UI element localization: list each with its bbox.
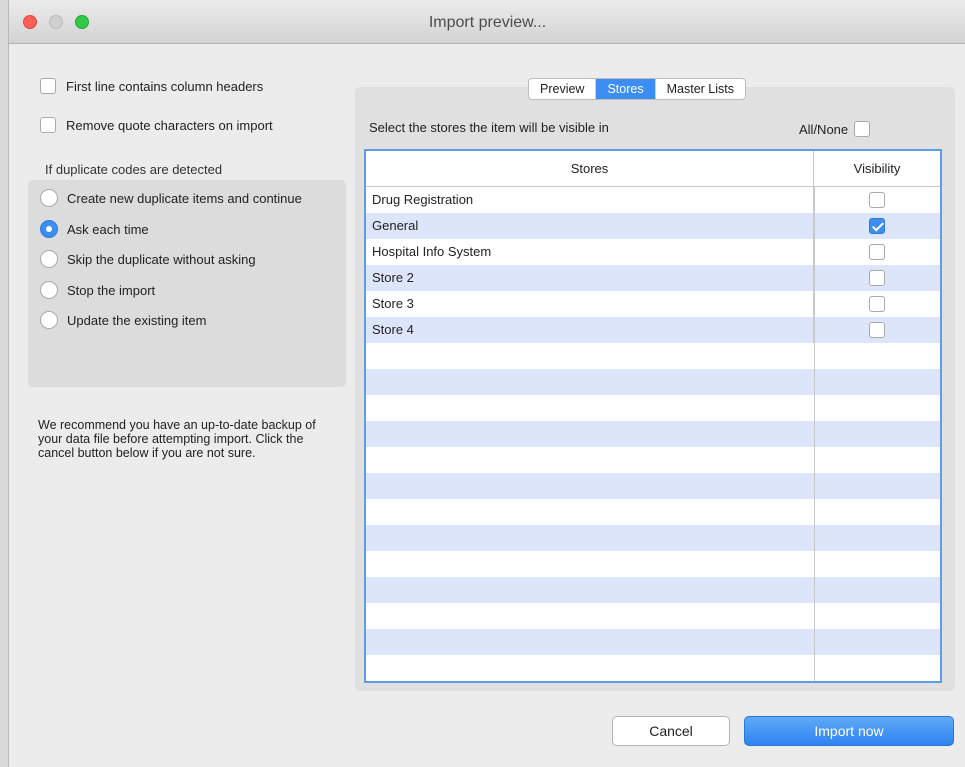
empty-row (366, 603, 940, 629)
column-header-stores[interactable]: Stores (366, 151, 814, 186)
empty-row (366, 395, 940, 421)
empty-row (366, 551, 940, 577)
table-body: Drug Registration General Hospital Info … (366, 187, 940, 681)
table-row[interactable]: Hospital Info System (366, 239, 940, 265)
store-name: Store 3 (366, 291, 814, 317)
empty-row (366, 577, 940, 603)
radio-create-duplicates[interactable]: Create new duplicate items and continue (40, 189, 302, 207)
visibility-checkbox[interactable] (869, 322, 885, 338)
all-none-toggle[interactable]: All/None (799, 121, 871, 137)
visibility-checkbox[interactable] (869, 244, 885, 260)
radio-button-icon[interactable] (40, 220, 58, 238)
first-line-headers-label: First line contains column headers (66, 78, 264, 94)
import-now-button[interactable]: Import now (744, 716, 954, 746)
empty-row (366, 525, 940, 551)
all-none-checkbox[interactable] (854, 121, 871, 137)
column-divider (814, 187, 815, 681)
radio-button-icon[interactable] (40, 250, 58, 268)
cancel-button[interactable]: Cancel (612, 716, 730, 746)
table-header: Stores Visibility (366, 151, 940, 187)
store-name: Hospital Info System (366, 239, 814, 265)
empty-row (366, 473, 940, 499)
radio-button-icon[interactable] (40, 189, 58, 207)
radio-button-icon[interactable] (40, 311, 58, 329)
empty-row (366, 343, 940, 369)
first-line-headers-checkbox[interactable] (40, 78, 56, 94)
title-bar: Import preview... (9, 0, 965, 44)
tab-stores[interactable]: Stores (596, 79, 656, 99)
radio-label: Create new duplicate items and continue (67, 190, 302, 206)
store-name: General (366, 213, 814, 239)
radio-label: Update the existing item (67, 312, 207, 328)
radio-label: Ask each time (67, 221, 149, 237)
radio-stop-import[interactable]: Stop the import (40, 281, 155, 299)
visibility-checkbox[interactable] (869, 218, 885, 234)
visibility-checkbox[interactable] (869, 296, 885, 312)
stores-instruction: Select the stores the item will be visib… (369, 120, 609, 135)
stores-table: Stores Visibility Drug Registration Gene… (364, 149, 942, 683)
radio-label: Stop the import (67, 282, 156, 298)
empty-row (366, 499, 940, 525)
radio-button-icon[interactable] (40, 281, 58, 299)
duplicate-codes-header: If duplicate codes are detected (45, 162, 223, 177)
store-name: Drug Registration (366, 187, 814, 213)
store-name: Store 2 (366, 265, 814, 291)
table-row[interactable]: Store 4 (366, 317, 940, 343)
radio-update-existing[interactable]: Update the existing item (40, 311, 206, 329)
table-row[interactable]: Store 2 (366, 265, 940, 291)
table-row[interactable]: Store 3 (366, 291, 940, 317)
empty-row (366, 369, 940, 395)
tab-master-lists[interactable]: Master Lists (656, 79, 745, 99)
empty-row (366, 447, 940, 473)
store-name: Store 4 (366, 317, 814, 343)
first-line-headers-option[interactable]: First line contains column headers (40, 78, 263, 94)
table-row[interactable]: Drug Registration (366, 187, 940, 213)
visibility-checkbox[interactable] (869, 192, 885, 208)
backup-warning-text: We recommend you have an up-to-date back… (38, 418, 316, 460)
remove-quotes-option[interactable]: Remove quote characters on import (40, 117, 273, 133)
remove-quotes-label: Remove quote characters on import (66, 117, 273, 133)
all-none-label: All/None (799, 121, 849, 137)
tab-preview[interactable]: Preview (529, 79, 597, 99)
empty-row (366, 655, 940, 681)
tab-bar: Preview Stores Master Lists (528, 78, 746, 100)
table-row[interactable]: General (366, 213, 940, 239)
radio-label: Skip the duplicate without asking (67, 251, 256, 267)
empty-row (366, 629, 940, 655)
window-title: Import preview... (428, 14, 547, 31)
radio-ask-each-time[interactable]: Ask each time (40, 220, 149, 238)
empty-row (366, 421, 940, 447)
column-header-visibility[interactable]: Visibility (814, 151, 940, 186)
remove-quotes-checkbox[interactable] (40, 117, 56, 133)
visibility-checkbox[interactable] (869, 270, 885, 286)
radio-skip-duplicate[interactable]: Skip the duplicate without asking (40, 250, 256, 268)
